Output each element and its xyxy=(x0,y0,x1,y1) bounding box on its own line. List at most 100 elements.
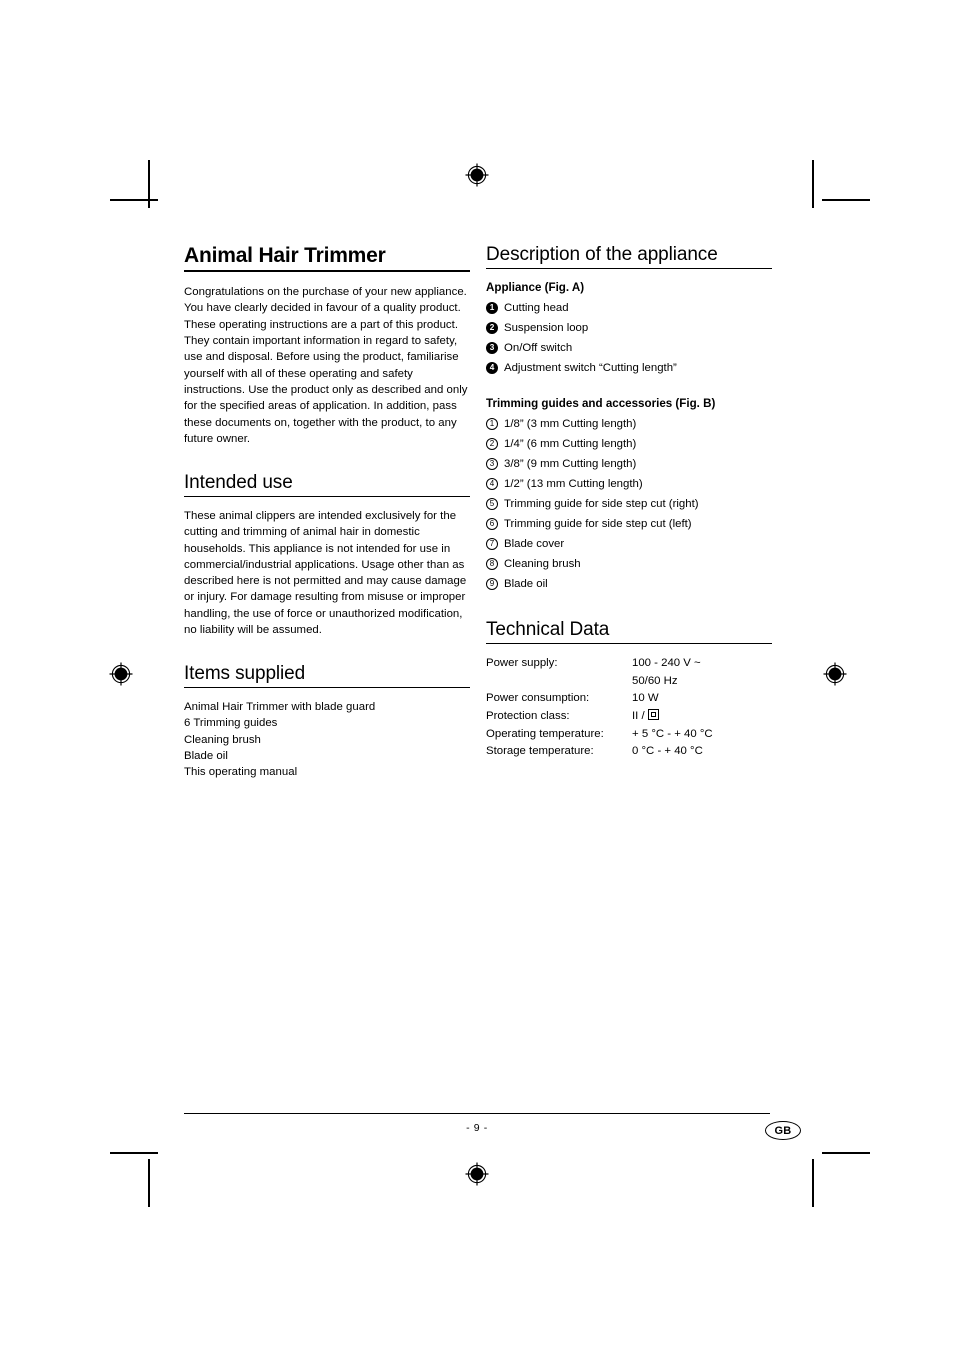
page-title: Animal Hair Trimmer xyxy=(184,244,386,267)
list-item: 1 1/8” (3 mm Cutting length) xyxy=(486,414,772,434)
table-cell-label: Power supply: xyxy=(486,657,558,670)
registration-mark-left-middle xyxy=(109,662,133,686)
callout-number-outline: 5 xyxy=(486,498,498,511)
left-column: Animal Hair Trimmer Congratulations on t… xyxy=(184,244,470,781)
items-supplied-list: Animal Hair Trimmer with blade guard 6 T… xyxy=(184,699,470,780)
table-cell-value: + 5 °C - + 40 °C xyxy=(632,727,713,740)
table-cell-value: 10 W xyxy=(632,692,659,705)
table-row: Operating temperature: + 5 °C - + 40 °C xyxy=(486,726,772,744)
intro-paragraph-2: You have clearly decided in favour of a … xyxy=(184,302,468,445)
intended-use-rule xyxy=(184,495,470,497)
callout-number-outline: 8 xyxy=(486,558,498,571)
table-row: Power consumption: 10 W xyxy=(486,690,772,708)
table-cell-label: Operating temperature: xyxy=(486,727,604,740)
list-item: 3 On/Off switch xyxy=(486,338,772,358)
page-number: - 9 - xyxy=(466,1122,488,1134)
callout-number-outline: 4 xyxy=(486,478,498,491)
table-row: Power supply: 100 - 240 V ~ 50/60 Hz xyxy=(486,655,772,690)
crop-mark-top-left-horizontal xyxy=(110,199,158,201)
intro-paragraph-1: Congratulations on the purchase of your … xyxy=(184,286,467,299)
list-item: 6 Trimming guides xyxy=(184,717,278,730)
table-cell-label: Storage temperature: xyxy=(486,745,594,758)
callout-number-outline: 2 xyxy=(486,438,498,451)
list-item: Cleaning brush xyxy=(184,733,261,746)
technical-data-heading: Technical Data xyxy=(486,619,610,641)
manual-page: Animal Hair Trimmer Congratulations on t… xyxy=(0,0,954,1350)
crop-mark-top-right-horizontal xyxy=(822,199,870,201)
list-item: 2 Suspension loop xyxy=(486,318,772,338)
trimming-guides-list: 1 1/8” (3 mm Cutting length) 2 1/4” (6 m… xyxy=(486,414,772,594)
protection-class-text: II / xyxy=(632,710,645,723)
list-item: This operating manual xyxy=(184,766,298,779)
list-item-label: Cleaning brush xyxy=(504,558,581,571)
crop-mark-bottom-left-horizontal xyxy=(110,1152,158,1154)
list-item: 5 Trimming guide for side step cut (righ… xyxy=(486,494,772,514)
list-item: 2 1/4” (6 mm Cutting length) xyxy=(486,434,772,454)
list-item: 3 3/8” (9 mm Cutting length) xyxy=(486,454,772,474)
table-cell-value: 100 - 240 V ~ 50/60 Hz xyxy=(632,655,772,690)
list-item: Blade oil xyxy=(184,750,228,763)
list-item-label: Blade oil xyxy=(504,578,548,591)
callout-number-outline: 1 xyxy=(486,418,498,431)
list-item-label: 1/2” (13 mm Cutting length) xyxy=(504,478,643,491)
list-item: 4 Adjustment switch “Cutting length” xyxy=(486,358,772,378)
callout-number-filled: 2 xyxy=(486,322,498,335)
crop-mark-bottom-left-vertical xyxy=(148,1159,150,1207)
registration-mark-right-middle xyxy=(823,662,847,686)
guides-subheading: Trimming guides and accessories (Fig. B) xyxy=(486,397,716,411)
crop-mark-bottom-right-horizontal xyxy=(822,1152,870,1154)
list-item: 9 Blade oil xyxy=(486,574,772,594)
list-item-label: Trimming guide for side step cut (right) xyxy=(504,498,699,511)
callout-number-outline: 3 xyxy=(486,458,498,471)
table-cell-value: II / xyxy=(632,708,772,726)
table-row: Storage temperature: 0 °C - + 40 °C xyxy=(486,743,772,761)
callout-number-outline: 7 xyxy=(486,538,498,551)
callout-number-filled: 1 xyxy=(486,302,498,315)
list-item: 8 Cleaning brush xyxy=(486,554,772,574)
items-supplied-rule xyxy=(184,687,470,689)
callout-number-filled: 4 xyxy=(486,362,498,375)
right-column: Description of the appliance Appliance (… xyxy=(486,244,772,761)
registration-mark-top-center xyxy=(465,163,489,187)
callout-number-filled: 3 xyxy=(486,342,498,355)
list-item-label: 1/8” (3 mm Cutting length) xyxy=(504,418,637,431)
table-cell-label: Power consumption: xyxy=(486,692,590,705)
list-item: 6 Trimming guide for side step cut (left… xyxy=(486,514,772,534)
list-item: Animal Hair Trimmer with blade guard xyxy=(184,701,376,714)
list-item-label: Blade cover xyxy=(504,538,565,551)
footer-rule xyxy=(184,1113,770,1114)
list-item-label: Adjustment switch “Cutting length” xyxy=(504,362,677,375)
language-badge: GB xyxy=(765,1121,801,1140)
technical-data-rule xyxy=(486,643,772,645)
list-item: 4 1/2” (13 mm Cutting length) xyxy=(486,474,772,494)
list-item-label: Trimming guide for side step cut (left) xyxy=(504,518,692,531)
crop-mark-top-right-vertical xyxy=(812,160,814,208)
list-item-label: 1/4” (6 mm Cutting length) xyxy=(504,438,637,451)
registration-mark-bottom-center xyxy=(465,1162,489,1186)
intended-use-heading: Intended use xyxy=(184,472,293,494)
crop-mark-bottom-right-vertical xyxy=(812,1159,814,1207)
table-row: Protection class: II / xyxy=(486,708,772,726)
callout-number-outline: 9 xyxy=(486,578,498,591)
title-rule xyxy=(184,270,470,273)
list-item-label: 3/8” (9 mm Cutting length) xyxy=(504,458,637,471)
table-cell-label: Protection class: xyxy=(486,710,570,723)
class-2-double-insulation-icon xyxy=(647,709,659,721)
items-supplied-heading: Items supplied xyxy=(184,663,306,685)
table-cell-value-line-2: 50/60 Hz xyxy=(632,674,678,687)
description-rule xyxy=(486,267,772,269)
technical-data-table: Power supply: 100 - 240 V ~ 50/60 Hz Pow… xyxy=(486,655,772,761)
list-item-label: On/Off switch xyxy=(504,342,573,355)
table-cell-value: 0 °C - + 40 °C xyxy=(632,745,703,758)
description-heading: Description of the appliance xyxy=(486,244,718,265)
appliance-subheading: Appliance (Fig. A) xyxy=(486,280,585,294)
callout-number-outline: 6 xyxy=(486,518,498,531)
intended-use-text: These animal clippers are intended exclu… xyxy=(184,509,467,637)
appliance-parts-list: 1 Cutting head 2 Suspension loop 3 On/Of… xyxy=(486,298,772,378)
list-item-label: Suspension loop xyxy=(504,322,589,335)
list-item: 1 Cutting head xyxy=(486,298,772,318)
